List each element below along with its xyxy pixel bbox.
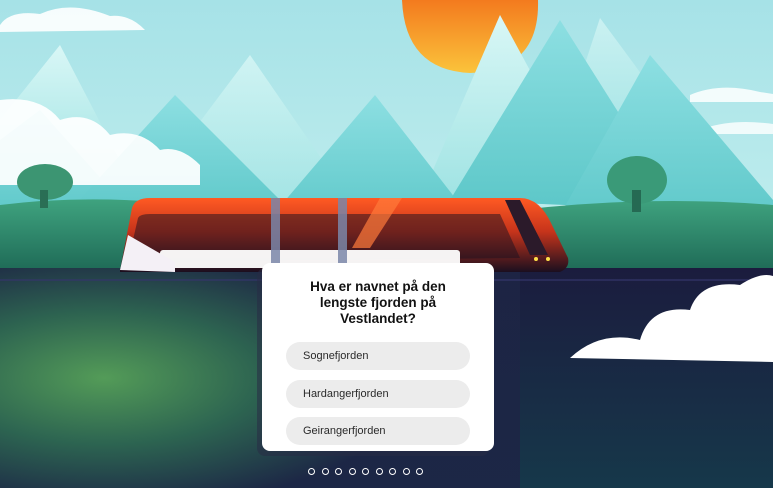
answer-option-hardangerfjorden[interactable]: Hardangerfjorden bbox=[286, 379, 470, 408]
answer-option-sognefjorden[interactable]: Sognefjorden bbox=[286, 342, 470, 370]
pagination-dot[interactable] bbox=[416, 468, 423, 475]
pagination-dot[interactable] bbox=[335, 468, 342, 475]
quiz-card: Hva er navnet på den lengste fjorden på … bbox=[262, 263, 494, 451]
pagination-dot[interactable] bbox=[362, 468, 369, 475]
quiz-question: Hva er navnet på den lengste fjorden på … bbox=[310, 279, 446, 326]
pagination-dot[interactable] bbox=[348, 468, 356, 475]
pagination-dot[interactable] bbox=[321, 468, 329, 475]
pagination-dots bbox=[308, 468, 423, 478]
pagination-dot[interactable] bbox=[308, 468, 315, 475]
pagination-dot[interactable] bbox=[375, 468, 383, 475]
pagination-dot[interactable] bbox=[402, 468, 410, 475]
pagination-dot[interactable] bbox=[389, 468, 396, 475]
answer-option-geirangerfjorden[interactable]: Geirangerfjorden bbox=[286, 417, 470, 445]
